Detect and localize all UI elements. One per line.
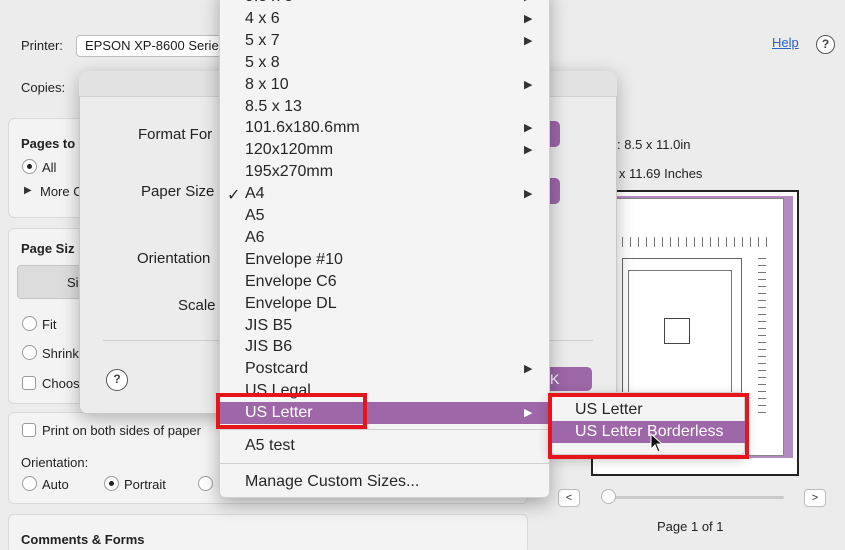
choose-checkbox[interactable]	[22, 376, 36, 390]
preview-ruler-top	[622, 237, 772, 247]
menu-item-4-x-6[interactable]: 4 x 6 ▶	[219, 8, 550, 30]
sheet-help-icon[interactable]: ?	[106, 369, 128, 391]
pages-title: Pages to	[21, 136, 76, 151]
orientation-label: Orientation:	[21, 455, 89, 470]
menu-item-5-x-7[interactable]: 5 x 7 ▶	[219, 30, 550, 52]
paper-size-readout: : 8.5 x 11.0in	[617, 137, 691, 152]
preview-center-box	[664, 318, 690, 344]
zoom-slider-track[interactable]	[604, 496, 784, 499]
comments-forms-title[interactable]: Comments & Forms	[21, 532, 145, 547]
menu-item-postcard[interactable]: Postcard ▶	[219, 358, 550, 380]
shrink-label: Shrink	[42, 346, 79, 361]
submenu-arrow-icon: ▶	[524, 363, 533, 376]
submenu-arrow-icon: ▶	[524, 12, 533, 25]
menu-item-a5[interactable]: A5	[219, 205, 550, 227]
menu-item-a4[interactable]: ✓ A4 ▶	[219, 183, 550, 205]
annotation-box-borderless	[548, 393, 749, 459]
format-for-label: Format For	[138, 126, 213, 143]
menu-item-label: JIS B6	[245, 338, 293, 356]
shrink-radio[interactable]	[22, 345, 37, 360]
menu-item-label: Envelope DL	[245, 294, 337, 312]
menu-item-101-6x180-6mm[interactable]: 101.6x180.6mm ▶	[219, 117, 550, 139]
submenu-arrow-icon: ▶	[524, 407, 533, 420]
copies-label: Copies:	[21, 80, 66, 95]
menu-item-label: 8.5 x 13	[245, 97, 302, 115]
menu-item-label: A4	[245, 185, 265, 203]
menu-item-label: 195x270mm	[245, 163, 334, 181]
menu-item-label: JIS B5	[245, 316, 293, 334]
portrait-radio[interactable]	[104, 476, 119, 491]
menu-item-label: 5 x 7	[245, 31, 280, 49]
help-link[interactable]: Help	[772, 35, 799, 50]
zoom-slider-knob[interactable]	[601, 489, 616, 504]
menu-item-label: 101.6x180.6mm	[245, 119, 360, 137]
menu-item-label: Postcard	[245, 360, 309, 378]
menu-item-a5-test[interactable]: A5 test	[219, 435, 550, 457]
menu-item-label: A5	[245, 207, 265, 224]
menu-item-jis-b6[interactable]: JIS B6	[219, 336, 550, 358]
disclosure-triangle-icon[interactable]: ▶	[24, 185, 32, 196]
menu-item-5-x-8[interactable]: 5 x 8	[219, 52, 550, 74]
annotation-box-us-letter	[216, 393, 367, 429]
menu-item-label: 5 x 8	[245, 53, 280, 71]
menu-item-8-5-x-13[interactable]: 8.5 x 13	[219, 96, 550, 118]
menu-item-jis-b5[interactable]: JIS B5	[219, 315, 550, 337]
menu-item-label: Envelope C6	[245, 272, 337, 290]
scale-label: Scale	[178, 297, 216, 314]
more-options-label[interactable]: More C	[40, 184, 83, 199]
duplex-checkbox[interactable]	[22, 423, 36, 437]
menu-item-8-x-10[interactable]: 8 x 10 ▶	[219, 74, 550, 96]
preview-ruler-side	[758, 258, 766, 418]
ok-button[interactable]: K	[548, 367, 592, 391]
menu-item-label: 4 x 6	[245, 9, 280, 27]
page-indicator: Page 1 of 1	[657, 519, 724, 534]
orientation-setup-label: Orientation	[137, 250, 211, 267]
menu-item-5-5-x-8[interactable]: 5.5 x 8 ▶	[219, 0, 550, 8]
submenu-arrow-icon: ▶	[524, 144, 533, 157]
menu-item-label: 5.5 x 8	[245, 0, 293, 6]
landscape-radio[interactable]	[198, 476, 213, 491]
menu-item-manage-custom-sizes[interactable]: Manage Custom Sizes...	[219, 471, 550, 493]
duplex-label: Print on both sides of paper	[42, 423, 201, 438]
help-icon[interactable]: ?	[816, 35, 835, 54]
checkmark-icon: ✓	[227, 187, 241, 205]
submenu-arrow-icon: ▶	[524, 122, 533, 135]
prev-page-button[interactable]: <	[558, 489, 580, 507]
submenu-arrow-icon: ▶	[524, 0, 532, 3]
next-page-button[interactable]: >	[804, 489, 826, 507]
menu-item-label: A6	[245, 228, 265, 246]
menu-item-envelope-c6[interactable]: Envelope C6	[219, 271, 550, 293]
menu-item-label: 8 x 10	[245, 75, 289, 93]
menu-item-envelope-dl[interactable]: Envelope DL	[219, 293, 550, 315]
paper-size-label: Paper Size	[141, 183, 215, 200]
menu-item-195x270mm[interactable]: 195x270mm	[219, 161, 550, 183]
menu-item-label: 120x120mm	[245, 141, 334, 159]
fit-label: Fit	[42, 317, 57, 332]
all-pages-radio[interactable]	[22, 159, 37, 174]
portrait-label: Portrait	[124, 477, 166, 492]
menu-item-envelope-10[interactable]: Envelope #10	[219, 249, 550, 271]
page-size-title: Page Siz	[21, 241, 75, 256]
menu-item-label: Envelope #10	[245, 250, 343, 268]
mouse-pointer-icon	[650, 433, 664, 453]
auto-orientation-radio[interactable]	[22, 476, 37, 491]
auto-orientation-label: Auto	[42, 477, 69, 492]
menu-item-label: A5 test	[245, 437, 295, 454]
menu-item-120x120mm[interactable]: 120x120mm ▶	[219, 139, 550, 161]
menu-item-label: Manage Custom Sizes...	[245, 473, 420, 490]
menu-separator	[219, 463, 550, 464]
menu-item-a6[interactable]: A6	[219, 227, 550, 249]
choose-label: Choos	[42, 376, 80, 391]
all-pages-label: All	[42, 160, 57, 175]
submenu-arrow-icon: ▶	[524, 188, 533, 201]
fit-radio[interactable]	[22, 316, 37, 331]
media-size-readout: 5 x 11.69 Inches	[608, 166, 703, 181]
menu-separator	[219, 429, 550, 430]
submenu-arrow-icon: ▶	[524, 34, 533, 47]
printer-label: Printer:	[21, 38, 63, 53]
submenu-arrow-icon: ▶	[524, 78, 533, 91]
